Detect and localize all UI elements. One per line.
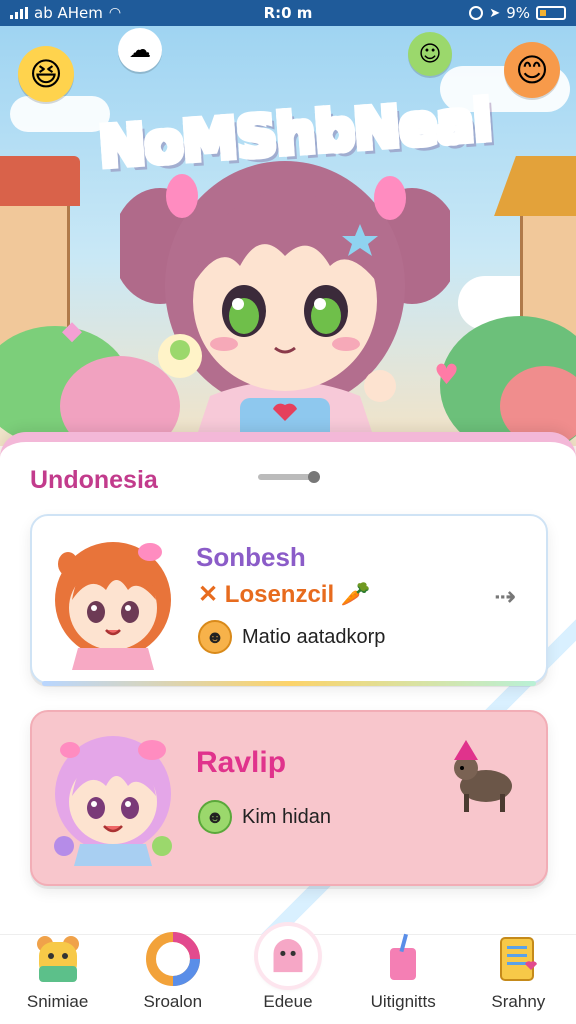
- card-title: Ravlip: [196, 746, 287, 779]
- alarm-icon: [469, 6, 484, 20]
- wifi-icon: ◠: [108, 5, 122, 21]
- notebook-icon: [491, 932, 545, 986]
- content-panel: Undonesia Sonbesh ✕ Losenzcil 🥕 ☻ Matio …: [0, 432, 576, 942]
- cup-icon: [376, 932, 430, 986]
- status-time: R:0 m: [263, 4, 313, 22]
- avatar-orange-hair-girl: [55, 542, 171, 670]
- nav-label: Uitignitts: [370, 992, 436, 1011]
- nav-label: Snimiae: [26, 992, 89, 1011]
- ghost-icon: [257, 926, 318, 986]
- card-accent-strip: [42, 681, 536, 686]
- nav-item-uitignitts[interactable]: Uitignitts: [348, 932, 458, 1012]
- nav-item-snimiae[interactable]: Snimiae: [3, 932, 113, 1012]
- card-title: Sonbesh: [196, 542, 306, 572]
- carrier-text: ab AHem: [34, 4, 103, 22]
- card-meta: ☻ Matio aatadkorp: [198, 620, 385, 654]
- battery-text: 9%: [506, 4, 530, 22]
- bear-icon: [31, 932, 85, 986]
- bottom-navigation: Snimiae Sroalon Edeue Uitignitts Srahny: [0, 926, 576, 1024]
- bone-icon: ✕: [198, 581, 219, 608]
- status-left: ab AHem ◠: [10, 4, 121, 22]
- nav-label: Edeue: [263, 992, 313, 1011]
- battery-icon: [536, 6, 566, 20]
- region-label[interactable]: Undonesia: [30, 466, 158, 495]
- card-meta: ☻ Kim hidan: [198, 800, 331, 834]
- card-subtitle-text: Losenzcil: [224, 581, 335, 608]
- llama-icon: [454, 740, 512, 812]
- orange-smile-icon: ☻: [198, 620, 232, 654]
- laughing-emoji-icon: 😆: [18, 46, 74, 102]
- nav-item-edeue[interactable]: Edeue: [233, 926, 343, 1012]
- green-blob-icon: ☺: [408, 32, 452, 76]
- status-bar: ab AHem ◠ R:0 m ➤ 9%: [0, 0, 576, 26]
- card-sonbesh[interactable]: Sonbesh ✕ Losenzcil 🥕 ☻ Matio aatadkorp …: [30, 514, 548, 686]
- hero-banner: 😆 😊 ☁ ☺ ♥ ◆ NoMShbNeal: [0, 26, 576, 446]
- location-icon: ➤: [489, 5, 501, 21]
- carrot-icon: 🥕: [340, 581, 371, 608]
- gem-icon: ◆: [62, 316, 82, 346]
- nav-label: Sroalon: [143, 992, 203, 1011]
- card-ravlip[interactable]: Ravlip ☻ Kim hidan: [30, 710, 548, 886]
- cloud-face-icon: ☁: [118, 28, 162, 72]
- signal-icon: [10, 7, 28, 19]
- nav-label: Srahny: [491, 992, 546, 1011]
- mascot-girl-illustration: [120, 161, 450, 446]
- status-right: ➤ 9%: [469, 4, 566, 22]
- ring-icon: [145, 932, 200, 986]
- house-right-roof: [494, 156, 576, 216]
- card-meta-text: Matio aatadkorp: [242, 625, 386, 648]
- nav-item-srahny[interactable]: Srahny: [463, 932, 573, 1012]
- green-smile-icon: ☻: [198, 800, 232, 834]
- arrow-right-icon[interactable]: ⇢: [494, 582, 516, 612]
- card-subtitle: ✕ Losenzcil 🥕: [198, 580, 371, 609]
- nav-item-sroalon[interactable]: Sroalon: [118, 932, 228, 1012]
- card-meta-text: Kim hidan: [242, 805, 331, 828]
- drag-handle[interactable]: [258, 471, 320, 483]
- avatar-lavender-hair-girl: [54, 736, 172, 866]
